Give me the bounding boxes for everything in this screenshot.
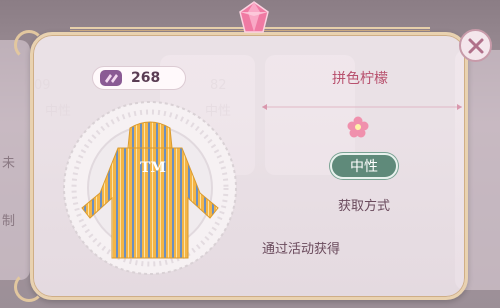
item-name: 拼色柠檬 [332, 71, 388, 87]
gem-icon [236, 0, 272, 36]
divider [262, 96, 462, 110]
background-text: 未 [2, 156, 16, 171]
obtain-method-text: 通过活动获得 [262, 242, 341, 257]
corner-ornament [14, 30, 44, 60]
close-icon [468, 38, 483, 53]
item-image: TM [60, 98, 240, 278]
lipstick-currency-icon [97, 66, 125, 90]
background-text: 制 [2, 214, 16, 229]
close-button[interactable] [459, 29, 492, 62]
obtain-method-title: 获取方式 [337, 199, 390, 214]
price-value: 268 [131, 70, 161, 86]
svg-text:TM: TM [140, 160, 166, 176]
flower-icon [347, 116, 369, 138]
price-pill: 268 [92, 66, 186, 90]
gender-badge: 中性 [330, 153, 398, 179]
corner-ornament [14, 272, 44, 302]
